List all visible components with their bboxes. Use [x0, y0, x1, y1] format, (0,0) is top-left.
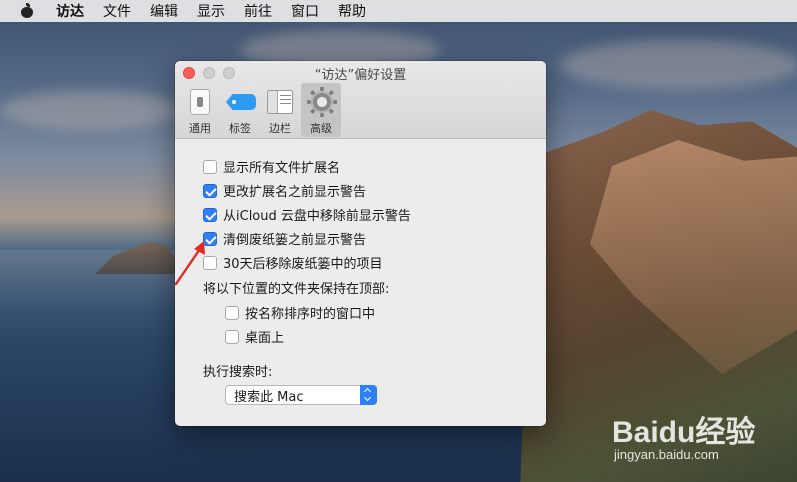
menu-bar: 访达 文件 编辑 显示 前往 窗口 帮助: [0, 0, 797, 22]
cloud: [560, 40, 797, 90]
menu-edit[interactable]: 编辑: [150, 1, 178, 21]
watermark-brand: Baidu经验: [612, 416, 756, 449]
option-label: 30天后移除废纸篓中的项目: [223, 257, 383, 272]
option-show-extensions[interactable]: 显示所有文件扩展名: [203, 157, 340, 176]
option-remove-trash-30-days[interactable]: 30天后移除废纸篓中的项目: [203, 253, 383, 272]
search-scope-select[interactable]: 搜索此 Mac: [225, 385, 377, 405]
checkbox[interactable]: [203, 183, 217, 198]
gear-icon: [307, 87, 337, 117]
apple-logo-icon[interactable]: [20, 3, 34, 19]
tab-sidebar[interactable]: 边栏: [261, 83, 299, 137]
option-label: 更改扩展名之前显示警告: [223, 185, 367, 200]
option-label: 显示所有文件扩展名: [223, 161, 341, 176]
option-label: 按名称排序时的窗口中: [245, 307, 376, 322]
preferences-toolbar: 通用 标签 边栏 高级: [181, 83, 341, 137]
option-warn-icloud-remove[interactable]: 从iCloud 云盘中移除前显示警告: [203, 205, 411, 224]
cloud: [0, 90, 180, 130]
chevron-updown-icon[interactable]: [360, 385, 377, 405]
checkbox[interactable]: [225, 305, 239, 320]
tab-label: 边栏: [269, 122, 291, 135]
folders-on-top-heading: 将以下位置的文件夹保持在顶部:: [203, 282, 390, 297]
tab-label: 通用: [189, 122, 211, 135]
window-titlebar[interactable]: “访达”偏好设置 通用 标签 边栏 高级: [175, 61, 546, 139]
option-label: 清倒废纸篓之前显示警告: [223, 233, 367, 248]
menu-go[interactable]: 前往: [244, 1, 272, 21]
baidu-watermark: Baidu经验 jingyan.baidu.com: [612, 393, 792, 473]
general-switch-icon: [190, 89, 210, 115]
tab-advanced[interactable]: 高级: [301, 83, 341, 137]
tag-icon: [226, 94, 256, 110]
sidebar-icon: [267, 90, 293, 114]
tab-general[interactable]: 通用: [181, 83, 219, 137]
finder-preferences-window: “访达”偏好设置 通用 标签 边栏 高级 显示所有文件扩展名 更改扩展名之前显示…: [175, 61, 546, 426]
tab-label: 高级: [310, 122, 332, 135]
tab-label: 标签: [229, 122, 251, 135]
checkbox[interactable]: [203, 207, 217, 222]
option-label: 从iCloud 云盘中移除前显示警告: [223, 209, 411, 224]
option-folders-top-windows[interactable]: 按名称排序时的窗口中: [225, 303, 375, 322]
select-value: 搜索此 Mac: [234, 389, 304, 405]
menu-file[interactable]: 文件: [103, 1, 131, 21]
search-scope-heading: 执行搜索时:: [203, 365, 273, 380]
menu-view[interactable]: 显示: [197, 1, 225, 21]
menu-window[interactable]: 窗口: [291, 1, 319, 21]
option-folders-top-desktop[interactable]: 桌面上: [225, 327, 284, 346]
watermark-url: jingyan.baidu.com: [614, 447, 719, 462]
tab-tags[interactable]: 标签: [221, 83, 259, 137]
option-label: 桌面上: [245, 331, 285, 346]
option-warn-extension-change[interactable]: 更改扩展名之前显示警告: [203, 181, 366, 200]
checkbox[interactable]: [225, 329, 239, 344]
checkbox[interactable]: [203, 159, 217, 174]
window-title: “访达”偏好设置: [314, 68, 407, 83]
menu-help[interactable]: 帮助: [338, 1, 366, 21]
annotation-arrow-icon: [174, 241, 205, 286]
menu-app-finder[interactable]: 访达: [56, 1, 84, 21]
option-warn-empty-trash[interactable]: 清倒废纸篓之前显示警告: [203, 229, 366, 248]
